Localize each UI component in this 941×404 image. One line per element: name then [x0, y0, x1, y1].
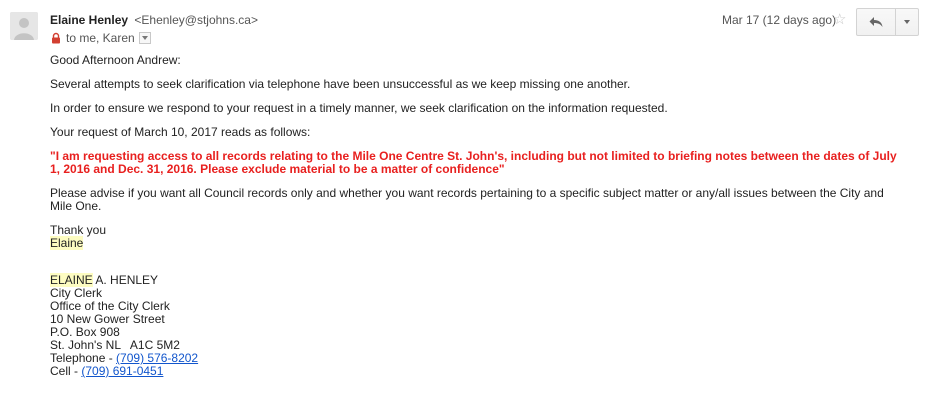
sender-line: Elaine Henley <Ehenley@stjohns.ca>: [50, 13, 258, 27]
body-paragraph: Your request of March 10, 2017 reads as …: [50, 125, 311, 139]
message-date: Mar 17 (12 days ago): [722, 13, 837, 27]
sender-email: <Ehenley@stjohns.ca>: [134, 13, 258, 27]
cell-label: Cell -: [50, 364, 82, 378]
cell-link[interactable]: (709) 691-0451: [81, 364, 163, 378]
signature-office: Office of the City Clerk: [50, 299, 170, 313]
closing-name: Elaine: [50, 236, 84, 250]
sender-name[interactable]: Elaine Henley: [50, 13, 128, 27]
signature-last-name: A. HENLEY: [92, 273, 159, 287]
signature-title: City Clerk: [50, 286, 103, 300]
body-paragraph: In order to ensure we respond to your re…: [50, 101, 668, 115]
star-icon[interactable]: ☆: [833, 12, 846, 27]
signature-telephone: Telephone - (709) 576-8202: [50, 352, 900, 365]
signature-street: 10 New Gower Street: [50, 312, 165, 326]
email-message-view: Elaine Henley <Ehenley@stjohns.ca> to me…: [0, 0, 941, 404]
telephone-label: Telephone -: [50, 351, 117, 365]
person-avatar-icon: [10, 12, 38, 40]
quoted-request: "I am requesting access to all records r…: [50, 149, 897, 176]
reply-button-group: [856, 8, 919, 36]
telephone-link[interactable]: (709) 576-8202: [116, 351, 198, 365]
sender-avatar[interactable]: [10, 12, 38, 40]
body-paragraph: Several attempts to seek clarification v…: [50, 77, 631, 91]
signature: ELAINE A. HENLEY City Clerk Office of th…: [50, 273, 900, 378]
message-body: Good Afternoon Andrew: Several attempts …: [50, 54, 900, 378]
reply-button[interactable]: [857, 9, 896, 35]
reply-icon: [869, 17, 883, 27]
show-details-dropdown[interactable]: [138, 32, 151, 44]
recipients-text: to me, Karen: [66, 31, 135, 45]
lock-icon: [52, 32, 60, 44]
recipients-line: to me, Karen: [50, 31, 151, 45]
closing: Thank you Elaine: [50, 224, 900, 250]
closing-text: Thank you: [50, 223, 107, 237]
more-options-button[interactable]: [896, 9, 918, 35]
body-paragraph: Please advise if you want all Council re…: [50, 186, 884, 213]
signature-name: ELAINE A. HENLEY: [50, 273, 900, 287]
signature-cell: Cell - (709) 691-0451: [50, 365, 900, 378]
greeting: Good Afternoon Andrew:: [50, 53, 181, 67]
signature-first-name: ELAINE: [50, 273, 93, 287]
